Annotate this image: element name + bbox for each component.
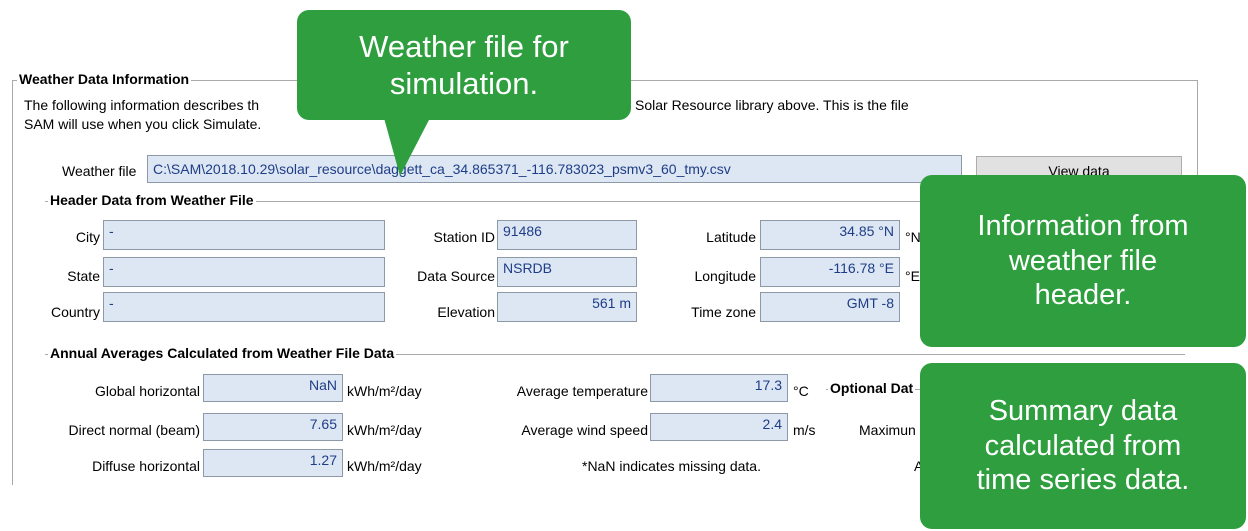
- diffuse-horizontal-label: Diffuse horizontal: [92, 458, 200, 474]
- elevation-label: Elevation: [437, 304, 495, 320]
- timezone-label: Time zone: [691, 304, 756, 320]
- direct-normal-field[interactable]: 7.65: [203, 413, 343, 441]
- header-callout-line3: header.: [1034, 279, 1132, 312]
- header-callout-line2: weather file: [1008, 244, 1158, 277]
- weather-file-field[interactable]: C:\SAM\2018.10.29\solar_resource\daggett…: [147, 155, 962, 183]
- station-id-field[interactable]: 91486: [497, 220, 637, 250]
- nan-note: *NaN indicates missing data.: [582, 458, 761, 474]
- weather-file-callout-pointer: [384, 118, 430, 176]
- weather-file-label: Weather file: [62, 163, 137, 179]
- station-id-label: Station ID: [433, 229, 495, 245]
- summary-callout-line3: time series data.: [976, 464, 1190, 497]
- description-text-1-end: Solar Resource library above. This is th…: [635, 97, 909, 113]
- longitude-field[interactable]: -116.78 °E: [760, 257, 900, 287]
- latitude-suffix: °N: [905, 229, 921, 245]
- maximum-label: Maximun: [859, 422, 916, 438]
- description-text-1: The following information describes th: [24, 97, 260, 113]
- global-horizontal-unit: kWh/m²/day: [347, 383, 422, 399]
- summary-callout-line2: calculated from: [984, 429, 1182, 462]
- longitude-suffix: °E: [905, 268, 920, 284]
- header-data-title: Header Data from Weather File: [48, 192, 256, 208]
- direct-normal-unit: kWh/m²/day: [347, 422, 422, 438]
- average-temperature-field[interactable]: 17.3: [650, 374, 788, 402]
- header-callout: Information from weather file header.: [920, 175, 1246, 347]
- data-source-field[interactable]: NSRDB: [497, 257, 637, 287]
- summary-callout: Summary data calculated from time series…: [920, 363, 1246, 529]
- timezone-field[interactable]: GMT -8: [760, 292, 900, 322]
- country-field[interactable]: -: [103, 292, 385, 322]
- city-field[interactable]: -: [103, 220, 385, 250]
- average-wind-speed-unit: m/s: [793, 422, 816, 438]
- weather-file-callout-line1: Weather file for: [359, 28, 569, 64]
- annual-averages-title: Annual Averages Calculated from Weather …: [48, 345, 397, 361]
- global-horizontal-field[interactable]: NaN: [203, 374, 343, 402]
- latitude-label: Latitude: [706, 229, 756, 245]
- diffuse-horizontal-field[interactable]: 1.27: [203, 449, 343, 477]
- average-wind-speed-label: Average wind speed: [521, 422, 648, 438]
- weather-file-callout-line2: simulation.: [389, 66, 539, 101]
- elevation-field[interactable]: 561 m: [497, 292, 637, 322]
- state-field[interactable]: -: [103, 257, 385, 287]
- longitude-label: Longitude: [694, 268, 756, 284]
- diffuse-horizontal-unit: kWh/m²/day: [347, 458, 422, 474]
- global-horizontal-label: Global horizontal: [94, 383, 200, 399]
- header-callout-line1: Information from: [977, 209, 1189, 242]
- weather-file-callout: Weather file for simulation.: [297, 10, 631, 120]
- description-text-2: SAM will use when you click Simulate.: [24, 116, 262, 132]
- city-label: City: [75, 229, 100, 245]
- weather-data-group-title: Weather Data Information: [17, 71, 192, 87]
- latitude-field[interactable]: 34.85 °N: [760, 220, 900, 250]
- country-label: Country: [50, 304, 100, 320]
- data-source-label: Data Source: [417, 268, 495, 284]
- direct-normal-label: Direct normal (beam): [68, 422, 200, 438]
- optional-data-title: Optional Dat: [828, 380, 916, 396]
- summary-callout-line1: Summary data: [988, 394, 1178, 427]
- average-temperature-unit: °C: [793, 383, 809, 399]
- average-temperature-label: Average temperature: [516, 383, 648, 399]
- state-label: State: [67, 268, 100, 284]
- average-wind-speed-field[interactable]: 2.4: [650, 413, 788, 441]
